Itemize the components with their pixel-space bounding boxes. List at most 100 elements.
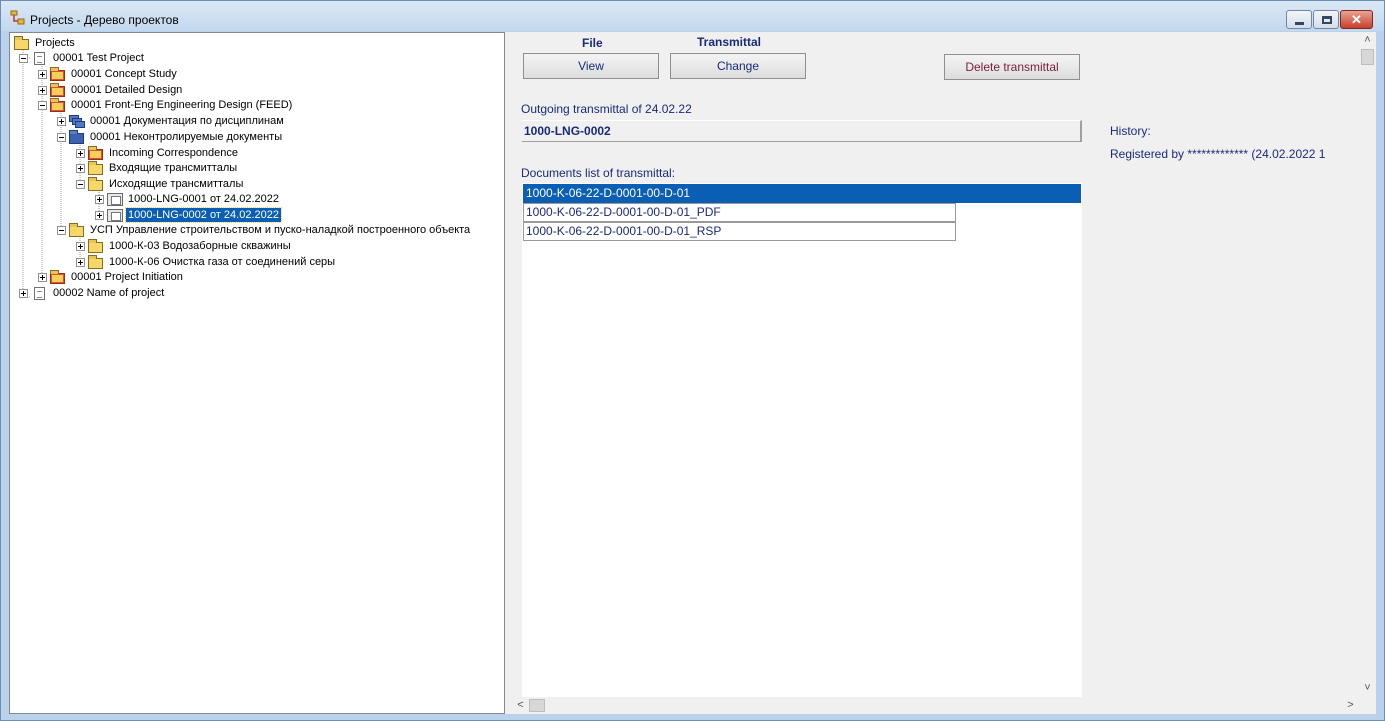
tree-node-projects[interactable]: Projects xyxy=(14,35,77,51)
folder-icon xyxy=(50,97,66,112)
collapse-toggle[interactable] xyxy=(57,133,66,142)
folder-icon xyxy=(50,66,66,81)
expand-toggle[interactable] xyxy=(57,117,66,126)
history-text: Registered by ************* (24.02.2022 … xyxy=(1110,147,1326,161)
outgoing-transmittal-label: Outgoing transmittal of 24.02.22 xyxy=(521,102,692,116)
tree-node-discipline-docs[interactable]: 00001 Документация по дисциплинам xyxy=(69,113,286,129)
tree-node-name-of-project[interactable]: 00002 Name of project xyxy=(32,285,166,301)
tree-node-label: 00001 Неконтролируемые документы xyxy=(90,131,283,143)
expand-toggle[interactable] xyxy=(76,242,85,251)
folder-icon xyxy=(88,160,104,175)
close-button[interactable]: ✕ xyxy=(1340,10,1373,29)
horizontal-scrollbar[interactable]: < > xyxy=(512,697,1359,714)
tree-node-label: 00001 Test Project xyxy=(53,52,144,64)
minimize-icon xyxy=(1295,22,1304,25)
tree-node-transmittal-0001[interactable]: 1000-LNG-0001 от 24.02.2022 xyxy=(107,191,281,207)
transmittal-header: Transmittal xyxy=(697,35,762,49)
folder-icon xyxy=(14,35,30,50)
title-bar[interactable]: Projects - Дерево проектов ✕ xyxy=(1,1,1384,31)
folder-icon xyxy=(88,254,104,269)
tree-node-test-project[interactable]: 00001 Test Project xyxy=(32,50,146,66)
folder-icon xyxy=(50,269,66,284)
scroll-down-icon[interactable]: ˅ xyxy=(1359,680,1376,697)
tree-node-label: Входящие трансмитталы xyxy=(109,162,238,174)
transmittal-panel: File Transmittal View Change Delete tran… xyxy=(512,32,1376,714)
list-item[interactable]: 1000-K-06-22-D-0001-00-D-01_RSP xyxy=(523,222,956,241)
tree-node-label-selected: 1000-LNG-0002 от 24.02.2022 xyxy=(125,207,282,223)
tree-node-usp[interactable]: УСП Управление строительством и пуско-на… xyxy=(69,222,472,238)
tree-node-project-initiation[interactable]: 00001 Project Initiation xyxy=(50,269,185,285)
expand-toggle[interactable] xyxy=(76,258,85,267)
history-label: History: xyxy=(1110,124,1151,138)
file-header: File xyxy=(582,36,603,50)
change-button[interactable]: Change xyxy=(670,53,806,79)
horizontal-scroll-thumb[interactable] xyxy=(529,699,545,712)
collapse-toggle[interactable] xyxy=(76,180,85,189)
tree-node-label: 1000-LNG-0001 от 24.02.2022 xyxy=(128,193,279,205)
tree-node-k03[interactable]: 1000-К-03 Водозаборные скважины xyxy=(88,238,293,254)
maximize-icon xyxy=(1322,16,1332,24)
list-item[interactable]: 1000-K-06-22-D-0001-00-D-01 xyxy=(523,184,1081,203)
folder-icon xyxy=(88,176,104,191)
client-area: Projects 00001 Test Project 00001 Concep… xyxy=(9,32,1376,714)
document-icon xyxy=(32,286,48,300)
tree-node-k06[interactable]: 1000-К-06 Очистка газа от соединений сер… xyxy=(88,254,337,270)
tree-node-incoming-transmittals[interactable]: Входящие трансмитталы xyxy=(88,160,239,176)
project-tree-icon xyxy=(10,10,25,25)
tree-node-label: 00002 Name of project xyxy=(53,287,165,299)
transmittal-number-field[interactable]: 1000-LNG-0002 xyxy=(522,120,1082,142)
expand-toggle[interactable] xyxy=(76,164,85,173)
tree-node-label: 1000-К-06 Очистка газа от соединений сер… xyxy=(109,256,336,268)
folder-icon xyxy=(69,222,85,237)
folder-icon xyxy=(88,145,104,160)
window-controls: ✕ xyxy=(1285,10,1373,29)
collapse-toggle[interactable] xyxy=(19,54,28,63)
expand-toggle[interactable] xyxy=(38,273,47,282)
transmittal-icon xyxy=(107,192,123,206)
folder-icon xyxy=(69,129,85,144)
view-button[interactable]: View xyxy=(523,53,659,79)
scroll-left-icon[interactable]: < xyxy=(512,697,529,714)
expand-toggle[interactable] xyxy=(38,70,47,79)
maximize-button[interactable] xyxy=(1313,10,1339,29)
tree-node-feed[interactable]: 00001 Front-Eng Engineering Design (FEED… xyxy=(50,97,294,113)
project-tree[interactable]: Projects 00001 Test Project 00001 Concep… xyxy=(9,32,505,714)
vertical-scroll-thumb[interactable] xyxy=(1361,49,1374,65)
folder-icon xyxy=(50,82,66,97)
collapse-toggle[interactable] xyxy=(57,226,66,235)
tree-node-label: 1000-К-03 Водозаборные скважины xyxy=(109,240,291,252)
close-icon: ✕ xyxy=(1351,12,1362,27)
document-icon xyxy=(32,51,48,65)
tree-node-label: 00001 Detailed Design xyxy=(71,84,183,96)
tree-node-label: УСП Управление строительством и пуско-на… xyxy=(90,224,471,236)
vertical-scrollbar[interactable]: ˄ ˅ xyxy=(1359,32,1376,697)
delete-transmittal-button[interactable]: Delete transmittal xyxy=(944,54,1080,80)
tree-node-concept-study[interactable]: 00001 Concept Study xyxy=(50,66,179,82)
tree-node-label: Incoming Correspondence xyxy=(109,147,239,159)
tree-node-detailed-design[interactable]: 00001 Detailed Design xyxy=(50,82,184,98)
expand-toggle[interactable] xyxy=(95,211,104,220)
tree-node-label: 00001 Concept Study xyxy=(71,68,177,80)
tree-node-incoming-correspondence[interactable]: Incoming Correspondence xyxy=(88,145,240,161)
tree-node-outgoing-transmittals[interactable]: Исходящие трансмитталы xyxy=(88,176,245,192)
scroll-right-icon[interactable]: > xyxy=(1342,697,1359,714)
tree-node-uncontrolled-docs[interactable]: 00001 Неконтролируемые документы xyxy=(69,129,284,145)
tree-node-label: Projects xyxy=(35,37,75,49)
tree-node-label: 00001 Front-Eng Engineering Design (FEED… xyxy=(71,99,293,111)
expand-toggle[interactable] xyxy=(76,149,85,158)
transmittal-icon xyxy=(107,208,123,222)
expand-toggle[interactable] xyxy=(38,86,47,95)
tree-node-label: Исходящие трансмитталы xyxy=(109,178,244,190)
collapse-toggle[interactable] xyxy=(38,101,47,110)
folder-icon xyxy=(88,238,104,253)
scroll-up-icon[interactable]: ˄ xyxy=(1359,32,1376,49)
expand-toggle[interactable] xyxy=(95,195,104,204)
expand-toggle[interactable] xyxy=(19,289,28,298)
documents-list-label: Documents list of transmittal: xyxy=(521,166,676,180)
documents-list[interactable]: 1000-K-06-22-D-0001-00-D-01 1000-K-06-22… xyxy=(522,183,1082,698)
minimize-button[interactable] xyxy=(1286,10,1312,29)
tree-node-transmittal-0002[interactable]: 1000-LNG-0002 от 24.02.2022 xyxy=(107,207,282,223)
document-stack-icon xyxy=(69,114,85,128)
list-item[interactable]: 1000-K-06-22-D-0001-00-D-01_PDF xyxy=(523,203,956,222)
app-window: Projects - Дерево проектов ✕ Projects 00… xyxy=(0,0,1385,721)
